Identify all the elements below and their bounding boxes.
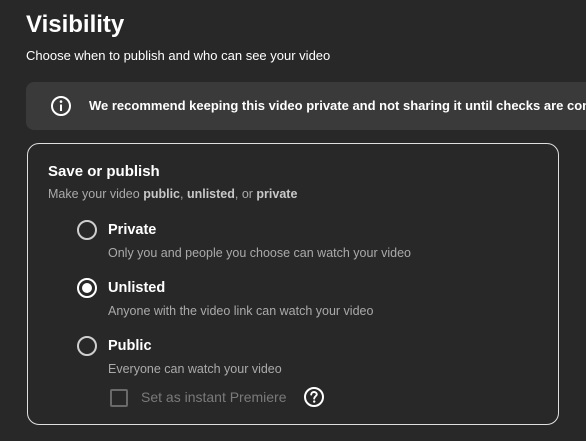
- instant-premiere-option: Set as instant Premiere: [110, 387, 350, 409]
- option-label: Unlisted: [108, 280, 166, 296]
- card-description-public: public: [143, 187, 180, 201]
- info-icon: [51, 96, 71, 116]
- radio-unlisted[interactable]: [77, 278, 97, 298]
- radio-public[interactable]: [77, 336, 97, 356]
- instant-premiere-label: Set as instant Premiere: [141, 389, 287, 405]
- visibility-page: Visibility Choose when to publish and wh…: [0, 0, 586, 441]
- recommendation-banner: We recommend keeping this video private …: [26, 82, 586, 130]
- card-description-separator: ,: [180, 187, 187, 201]
- option-description: Only you and people you choose can watch…: [108, 246, 411, 260]
- option-description: Anyone with the video link can watch you…: [108, 304, 374, 318]
- visibility-option-unlisted[interactable]: Unlisted Anyone with the video link can …: [77, 278, 517, 322]
- radio-dot: [82, 283, 92, 293]
- card-description-unlisted: unlisted: [186, 187, 235, 201]
- save-or-publish-card: Save or publish Make your video public, …: [27, 143, 559, 425]
- option-label: Public: [108, 338, 152, 354]
- option-label: Private: [108, 222, 157, 238]
- card-description-prefix: Make your video: [48, 187, 144, 201]
- option-description: Everyone can watch your video: [108, 362, 282, 376]
- card-description-private: private: [256, 187, 298, 201]
- card-title: Save or publish: [48, 163, 160, 180]
- card-description: Make your video public, unlisted, or pri…: [48, 186, 297, 202]
- card-description-separator: , or: [234, 187, 257, 201]
- instant-premiere-checkbox[interactable]: [110, 389, 128, 407]
- radio-private[interactable]: [77, 220, 97, 240]
- visibility-option-public[interactable]: Public Everyone can watch your video: [77, 336, 517, 380]
- page-title: Visibility: [26, 11, 125, 38]
- visibility-option-private[interactable]: Private Only you and people you choose c…: [77, 220, 517, 264]
- help-circle-icon[interactable]: [303, 386, 325, 408]
- page-subtitle: Choose when to publish and who can see y…: [26, 48, 331, 63]
- banner-text: We recommend keeping this video private …: [89, 98, 586, 113]
